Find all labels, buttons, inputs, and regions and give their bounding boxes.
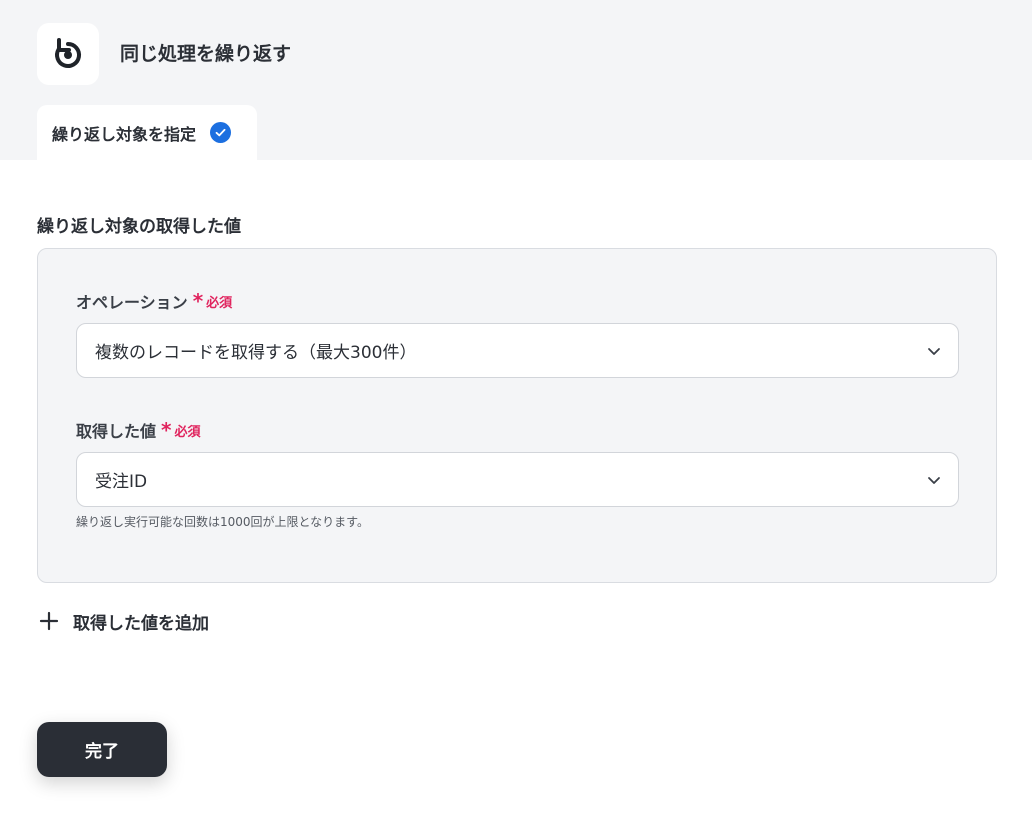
value-select-value: 受注ID [95,472,148,492]
value-label-text: 取得した値 [76,422,157,441]
done-button[interactable]: 完了 [37,722,167,777]
add-value-label: 取得した値を追加 [73,613,209,634]
rotate-icon [37,23,99,85]
operation-select-value: 複数のレコードを取得する（最大300件） [95,343,417,363]
page-title: 同じ処理を繰り返す [120,43,292,65]
limit-hint: 繰り返し実行可能な回数は1000回が上限となります。 [76,515,369,529]
add-value-button[interactable]: 取得した値を追加 [37,607,209,635]
header: 同じ処理を繰り返す 繰り返し対象を指定 [0,0,1032,160]
required-mark: * [192,289,204,313]
required-text: 必須 [174,424,201,440]
tab-repeat-target[interactable]: 繰り返し対象を指定 [37,105,257,160]
chevron-down-icon [928,477,940,484]
required-mark: * [161,418,172,442]
required-text: 必須 [206,295,233,311]
operation-label-text: オペレーション [76,293,188,312]
plus-icon [39,611,59,631]
value-select[interactable]: 受注ID [76,452,959,507]
chevron-down-icon [928,348,940,355]
operation-field-label: オペレーション * 必須 [76,289,232,313]
repeat-target-panel: オペレーション * 必須 複数のレコードを取得する（最大300件） 取得した値 … [37,248,997,583]
value-field-label: 取得した値 * 必須 [76,418,201,442]
section-title: 繰り返し対象の取得した値 [37,217,241,237]
check-circle-icon [210,122,232,143]
operation-select[interactable]: 複数のレコードを取得する（最大300件） [76,323,959,378]
tab-label: 繰り返し対象を指定 [52,124,197,144]
